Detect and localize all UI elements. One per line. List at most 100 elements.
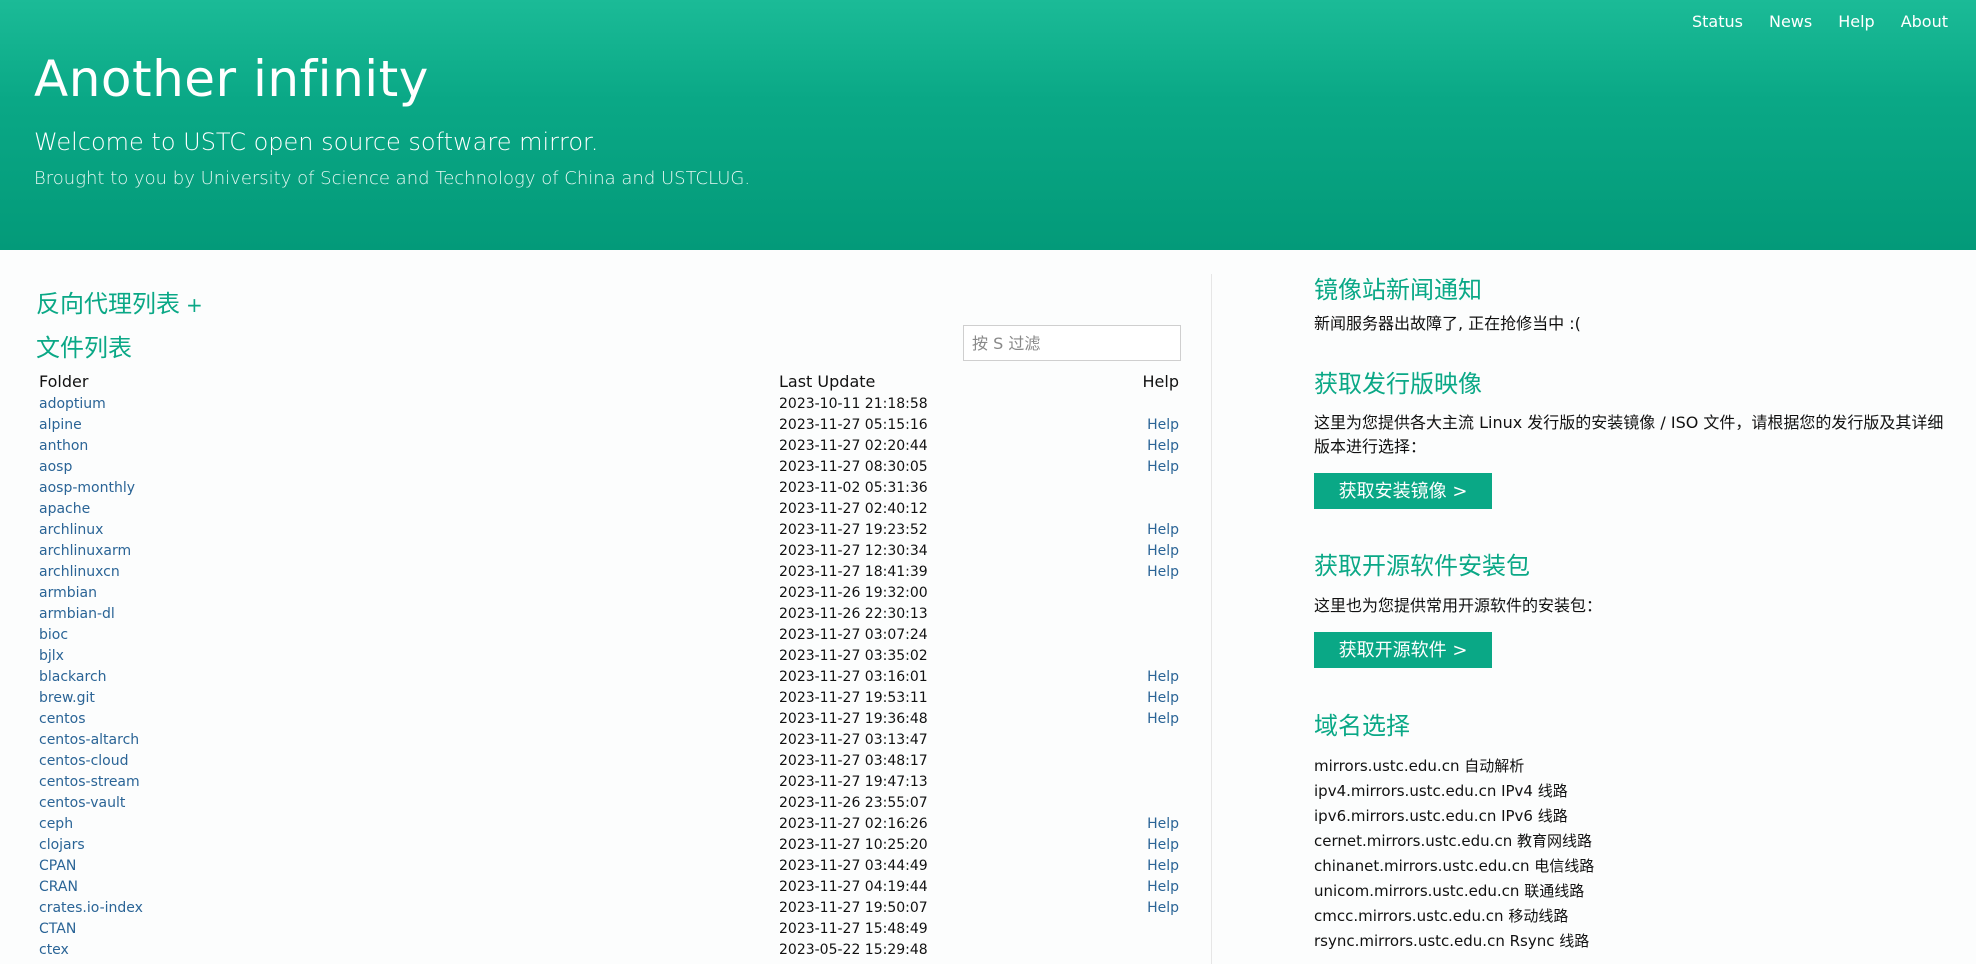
table-row: brew.git 2023-11-27 19:53:11 Help [36, 688, 1182, 709]
help-cell: Help [1076, 667, 1182, 688]
folder-link[interactable]: adoptium [39, 396, 106, 412]
folder-link[interactable]: clojars [39, 837, 85, 853]
get-software-button[interactable]: 获取开源软件 > [1314, 632, 1492, 668]
help-cell [1076, 751, 1182, 772]
domain-item: cmcc.mirrors.ustc.edu.cn 移动线路 [1314, 907, 1569, 925]
domain-item: mirrors.ustc.edu.cn 自动解析 [1314, 757, 1525, 775]
table-row: bioc 2023-11-27 03:07:24 [36, 625, 1182, 646]
proxy-list-toggle[interactable]: 反向代理列表 + [36, 284, 203, 319]
help-link[interactable]: Help [1147, 816, 1179, 832]
domain-title: 域名选择 [1314, 712, 1410, 740]
filter-input[interactable] [963, 325, 1181, 361]
table-row: armbian-dl 2023-11-26 22:30:13 [36, 604, 1182, 625]
help-link[interactable]: Help [1147, 711, 1179, 727]
folder-link[interactable]: bioc [39, 627, 68, 643]
help-cell [1076, 730, 1182, 751]
folder-cell: centos-altarch [36, 730, 776, 751]
nav-status-link[interactable]: Status [1692, 12, 1743, 31]
last-update-cell: 2023-11-26 22:30:13 [779, 606, 928, 622]
folder-cell: centos-vault [36, 793, 776, 814]
help-link[interactable]: Help [1147, 564, 1179, 580]
help-cell [1076, 499, 1182, 520]
help-cell: Help [1076, 877, 1182, 898]
folder-link[interactable]: centos-cloud [39, 753, 129, 769]
folder-link[interactable]: centos-altarch [39, 732, 139, 748]
folder-link[interactable]: alpine [39, 417, 82, 433]
last-update-cell: 2023-11-27 18:41:39 [779, 564, 928, 580]
folder-link[interactable]: archlinuxarm [39, 543, 131, 559]
table-row: CTAN 2023-11-27 15:48:49 [36, 919, 1182, 940]
folder-link[interactable]: archlinux [39, 522, 103, 538]
folder-link[interactable]: aosp-monthly [39, 480, 135, 496]
help-link[interactable]: Help [1147, 837, 1179, 853]
domain-item: unicom.mirrors.ustc.edu.cn 联通线路 [1314, 882, 1585, 900]
help-cell: Help [1076, 709, 1182, 730]
news-text: 新闻服务器出故障了, 正在抢修当中 :( [1314, 314, 1581, 333]
folder-cell: archlinuxcn [36, 562, 776, 583]
help-link[interactable]: Help [1147, 879, 1179, 895]
folder-link[interactable]: aosp [39, 459, 72, 475]
help-link[interactable]: Help [1147, 522, 1179, 538]
folder-cell: CTAN [36, 919, 776, 940]
folder-cell: archlinux [36, 520, 776, 541]
folder-link[interactable]: CRAN [39, 879, 78, 895]
folder-link[interactable]: armbian [39, 585, 97, 601]
last-update-cell: 2023-11-27 03:07:24 [779, 627, 928, 643]
help-link[interactable]: Help [1147, 690, 1179, 706]
table-row: adoptium 2023-10-11 21:18:58 [36, 394, 1182, 415]
help-link[interactable]: Help [1147, 669, 1179, 685]
help-link[interactable]: Help [1147, 858, 1179, 874]
domain-list: mirrors.ustc.edu.cn 自动解析 ipv4.mirrors.us… [1314, 754, 1594, 954]
folder-link[interactable]: crates.io-index [39, 900, 143, 916]
help-link[interactable]: Help [1147, 417, 1179, 433]
folder-cell: ceph [36, 814, 776, 835]
last-update-cell: 2023-11-27 03:13:47 [779, 732, 928, 748]
column-divider [1211, 274, 1212, 964]
nav-help-link[interactable]: Help [1838, 12, 1874, 31]
help-cell [1076, 646, 1182, 667]
folder-cell: brew.git [36, 688, 776, 709]
folder-link[interactable]: centos [39, 711, 86, 727]
proxy-list-title: 反向代理列表 [36, 290, 180, 318]
update-column-header: Last Update [779, 371, 876, 391]
folder-cell: aosp [36, 457, 776, 478]
help-link[interactable]: Help [1147, 900, 1179, 916]
folder-cell: adoptium [36, 394, 776, 415]
table-row: anthon 2023-11-27 02:20:44 Help [36, 436, 1182, 457]
nav-about-link[interactable]: About [1901, 12, 1948, 31]
table-row: CPAN 2023-11-27 03:44:49 Help [36, 856, 1182, 877]
folder-cell: armbian [36, 583, 776, 604]
expand-plus-icon: + [186, 293, 203, 317]
folder-link[interactable]: centos-stream [39, 774, 140, 790]
table-row: ctex 2023-05-22 15:29:48 [36, 940, 1182, 961]
get-iso-button[interactable]: 获取安装镜像 > [1314, 473, 1492, 509]
folder-cell: bjlx [36, 646, 776, 667]
domain-item: ipv6.mirrors.ustc.edu.cn IPv6 线路 [1314, 807, 1568, 825]
folder-link[interactable]: CPAN [39, 858, 76, 874]
folder-link[interactable]: armbian-dl [39, 606, 115, 622]
help-cell [1076, 604, 1182, 625]
site-subtitle: Welcome to USTC open source software mir… [34, 128, 599, 156]
last-update-cell: 2023-11-27 19:47:13 [779, 774, 928, 790]
folder-cell: alpine [36, 415, 776, 436]
folder-link[interactable]: apache [39, 501, 90, 517]
folder-link[interactable]: centos-vault [39, 795, 125, 811]
folder-cell: CRAN [36, 877, 776, 898]
last-update-cell: 2023-11-26 19:32:00 [779, 585, 928, 601]
folder-link[interactable]: ceph [39, 816, 73, 832]
folder-link[interactable]: archlinuxcn [39, 564, 120, 580]
folder-link[interactable]: anthon [39, 438, 88, 454]
help-link[interactable]: Help [1147, 459, 1179, 475]
folder-link[interactable]: brew.git [39, 690, 95, 706]
help-cell: Help [1076, 898, 1182, 919]
help-link[interactable]: Help [1147, 438, 1179, 454]
folder-cell: armbian-dl [36, 604, 776, 625]
folder-link[interactable]: ctex [39, 942, 69, 958]
help-link[interactable]: Help [1147, 543, 1179, 559]
nav-news-link[interactable]: News [1769, 12, 1812, 31]
folder-link[interactable]: CTAN [39, 921, 76, 937]
folder-link[interactable]: blackarch [39, 669, 107, 685]
folder-link[interactable]: bjlx [39, 648, 64, 664]
last-update-cell: 2023-11-27 03:35:02 [779, 648, 928, 664]
last-update-cell: 2023-11-27 12:30:34 [779, 543, 928, 559]
